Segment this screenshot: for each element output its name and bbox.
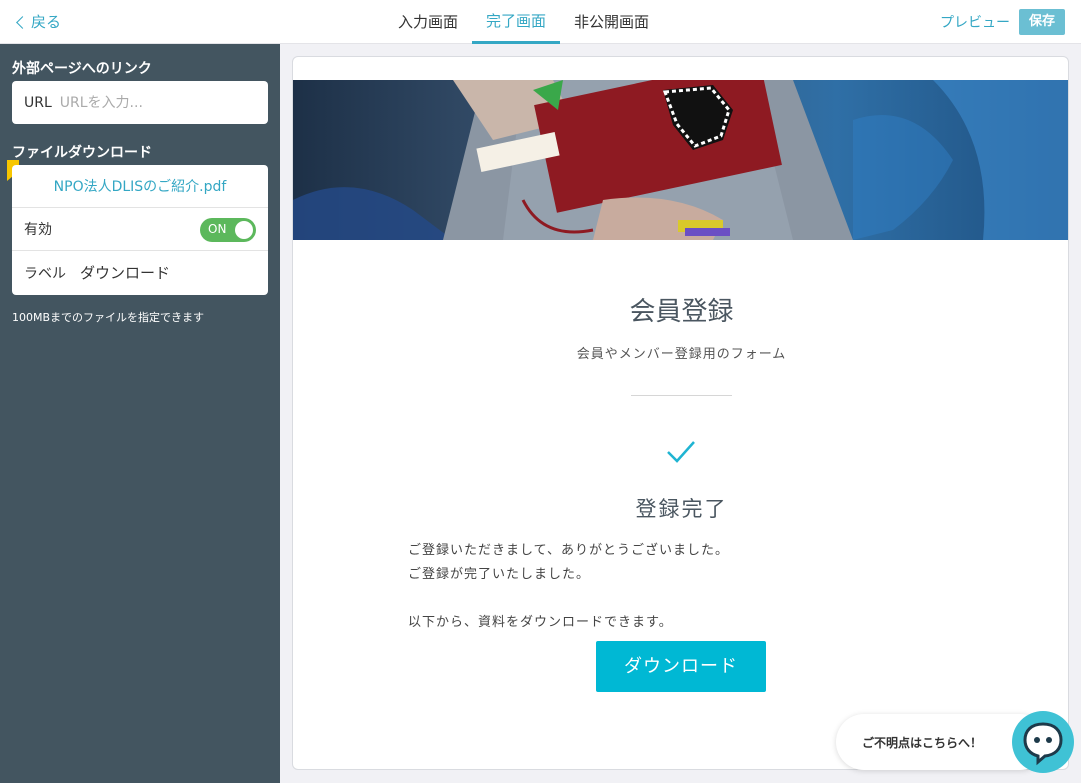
url-input[interactable] (59, 94, 250, 111)
thanks-message: ご登録いただきまして、ありがとうございました。 (408, 543, 729, 558)
external-link-section-title: 外部ページへのリンク (12, 61, 152, 77)
preview-link[interactable]: プレビュー (940, 12, 1010, 32)
label-row[interactable]: ラベル ダウンロード (12, 251, 268, 294)
url-field-card: URL (12, 81, 268, 124)
file-name-link[interactable]: NPO法人DLISのご紹介.pdf (12, 176, 268, 196)
toggle-state-text: ON (208, 222, 227, 236)
completed-message: ご登録が完了いたしました。 (408, 567, 591, 582)
completion-title: 登録完了 (635, 497, 728, 521)
chat-launcher-button[interactable] (1012, 711, 1074, 773)
file-download-card: NPO法人DLISのご紹介.pdf 有効 ON ラベル ダウンロード (12, 165, 268, 295)
tab-private-screen[interactable]: 非公開画面 (560, 0, 663, 44)
toggle-knob (235, 221, 253, 239)
settings-sidebar: 外部ページへのリンク URL ファイルダウンロード NPO法人DLISのご紹介.… (0, 44, 280, 783)
tab-complete-screen[interactable]: 完了画面 (472, 0, 561, 44)
form-title: 会員登録 (629, 297, 734, 327)
enabled-row: 有効 ON (12, 208, 268, 251)
url-label: URL (24, 94, 52, 111)
form-subtitle: 会員やメンバー登録用のフォーム (576, 347, 787, 362)
enabled-toggle[interactable]: ON (200, 218, 256, 242)
hero-image (293, 80, 1068, 240)
chat-prompt-text: ご不明点はこちらへ！ (862, 736, 983, 750)
enabled-label: 有効 (24, 222, 52, 238)
hero-photo-illustration (293, 80, 1068, 240)
label-label: ラベル (24, 265, 66, 282)
label-value: ダウンロード (80, 264, 171, 282)
tab-input-screen[interactable]: 入力画面 (384, 0, 472, 44)
back-label: 戻る (31, 13, 62, 31)
back-button[interactable]: 戻る (16, 11, 62, 32)
file-row: NPO法人DLISのご紹介.pdf (12, 165, 268, 208)
divider (631, 395, 732, 396)
download-instruction: 以下から、資料をダウンロードできます。 (408, 615, 673, 630)
chat-bubble-icon (1023, 722, 1063, 766)
download-button[interactable]: ダウンロード (596, 641, 766, 692)
screen-tabs: 入力画面 完了画面 非公開画面 (384, 0, 663, 44)
chevron-left-icon (16, 15, 29, 29)
checkmark-icon (667, 441, 695, 463)
form-preview-card: 会員登録 会員やメンバー登録用のフォーム 登録完了 ご登録いただきまして、ありが… (292, 56, 1069, 770)
save-button[interactable]: 保存 (1019, 9, 1065, 35)
top-bar: 戻る 入力画面 完了画面 非公開画面 プレビュー 保存 (0, 0, 1081, 44)
file-download-section-title: ファイルダウンロード (12, 145, 152, 161)
file-size-hint: 100MBまでのファイルを指定できます (12, 311, 205, 324)
